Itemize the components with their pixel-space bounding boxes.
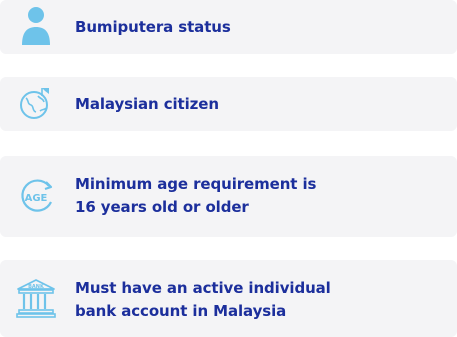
requirement-line-2: 16 years old or older [75,198,249,216]
requirement-text: Must have an active individual bank acco… [75,277,445,323]
bank-icon-label: BANK [28,284,45,290]
globe-icon [20,88,49,119]
requirement-line-2: bank account in Malaysia [75,302,287,320]
requirement-line-1: Minimum age requirement is [75,175,317,193]
age-icon: AGE [21,179,53,212]
person-icon [22,7,50,45]
requirement-text: Minimum age requirement is 16 years old … [75,173,445,219]
age-icon-label: AGE [25,193,48,204]
requirement-text: Malaysian citizen [75,95,219,113]
requirement-text: Bumiputera status [75,18,231,36]
requirement-line-1: Must have an active individual [75,279,331,297]
bank-icon: BANK [16,279,56,318]
